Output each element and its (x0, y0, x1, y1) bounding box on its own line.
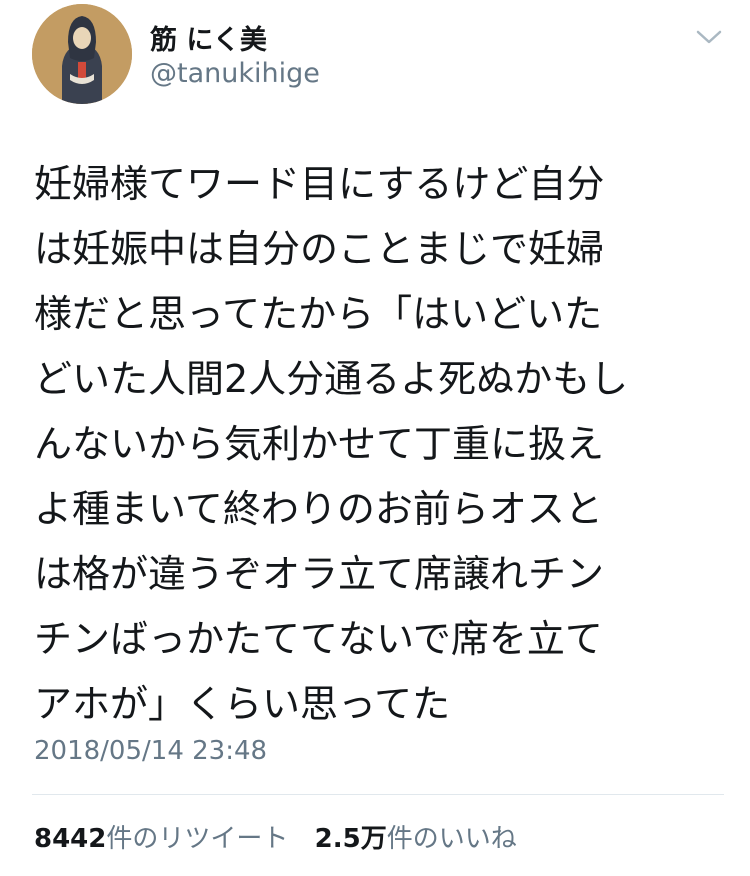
chevron-down-icon[interactable] (694, 26, 724, 48)
divider (32, 794, 724, 795)
tweet-text-line: 妊婦様てワード目にするけど自分 (34, 162, 605, 206)
user-handle[interactable]: @tanukihige (150, 58, 320, 89)
tweet-text-line: は妊娠中は自分のことまじで妊婦 (34, 227, 605, 271)
tweet-text-line: アホが」くらい思ってた (34, 682, 451, 726)
likes-stat[interactable]: 2.5万件のいいね (315, 824, 517, 854)
retweet-label: 件のリツイート (106, 824, 289, 854)
tweet-text-line: どいた人間2人分通るよ死ぬかもし (34, 357, 629, 401)
tweet-text-line: チンばっかたててないで席を立て (34, 617, 603, 661)
display-name[interactable]: 筋 にく美 (150, 18, 267, 57)
tweet-text: 妊婦様てワード目にするけど自分 は妊娠中は自分のことまじで妊婦 様だと思ってたか… (34, 152, 724, 737)
tweet-text-line: よ種まいて終わりのお前らオスと (34, 487, 603, 531)
avatar-portrait-icon (32, 4, 132, 104)
avatar[interactable] (32, 4, 132, 104)
retweet-count: 8442 (34, 824, 107, 854)
like-count: 2.5万 (314, 824, 387, 854)
retweets-stat[interactable]: 8442件のリツイート (34, 824, 288, 854)
tweet-stats: 8442件のリツイート 2.5万件のいいね (34, 818, 517, 855)
tweet-detail: 筋 にく美 @tanukihige 妊婦様てワード目にするけど自分 は妊娠中は自… (0, 0, 750, 876)
tweet-text-line: んないから気利かせて丁重に扱え (34, 422, 605, 466)
tweet-text-line: は格が違うぞオラ立て席譲れチン (34, 552, 605, 596)
tweet-text-line: 様だと思ってたから「はいどいた (34, 292, 603, 336)
like-label: 件のいいね (386, 824, 517, 854)
tweet-timestamp[interactable]: 2018/05/14 23:48 (34, 736, 267, 766)
